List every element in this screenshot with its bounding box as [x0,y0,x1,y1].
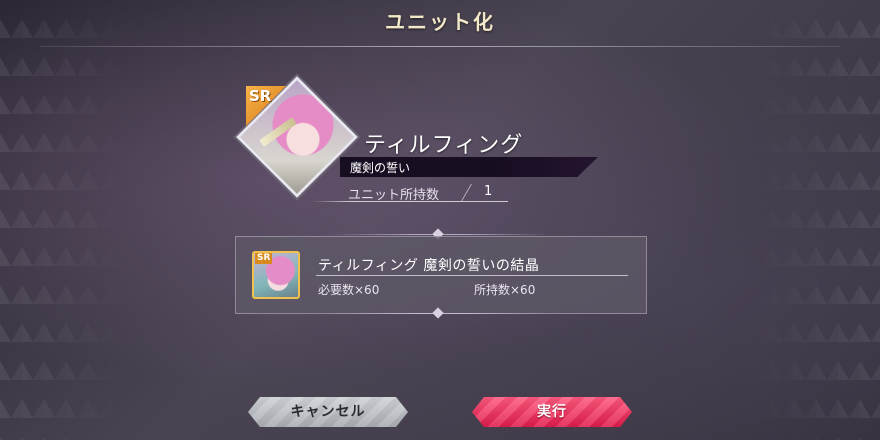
material-required: 必要数×60 [318,283,380,297]
material-divider [316,275,628,276]
cancel-button[interactable]: キャンセル [248,397,408,427]
owned-underline [312,201,508,202]
unit-name: ティルフィング [364,133,524,158]
panel-ornament-bottom [330,307,550,319]
item-rarity-label: SR [255,253,273,264]
title-divider [40,46,840,47]
unit-subtitle: 魔剣の誓い [350,161,411,175]
triangle-pattern-left [0,0,130,440]
material-name: ティルフィング 魔剣の誓いの結晶 [318,258,540,274]
execute-button[interactable]: 実行 [472,397,632,427]
crystal-item-icon: SR [252,251,300,299]
triangle-pattern-right [750,0,880,440]
rarity-label: SR [249,87,272,105]
unit-owned-value: 1 [484,184,493,199]
diamond-ornament-icon [432,307,444,319]
screen-title: ユニット化 [385,10,495,34]
background [0,0,880,440]
material-owned: 所持数×60 [474,283,536,297]
divider-slash [461,184,472,201]
unit-subtitle-banner: 魔剣の誓い [340,157,598,177]
unit-owned-row: ユニット所持数 1 [312,182,508,203]
material-panel: SR ティルフィング 魔剣の誓いの結晶 必要数×60 所持数×60 [235,236,647,314]
unit-portrait: SR [236,76,358,198]
